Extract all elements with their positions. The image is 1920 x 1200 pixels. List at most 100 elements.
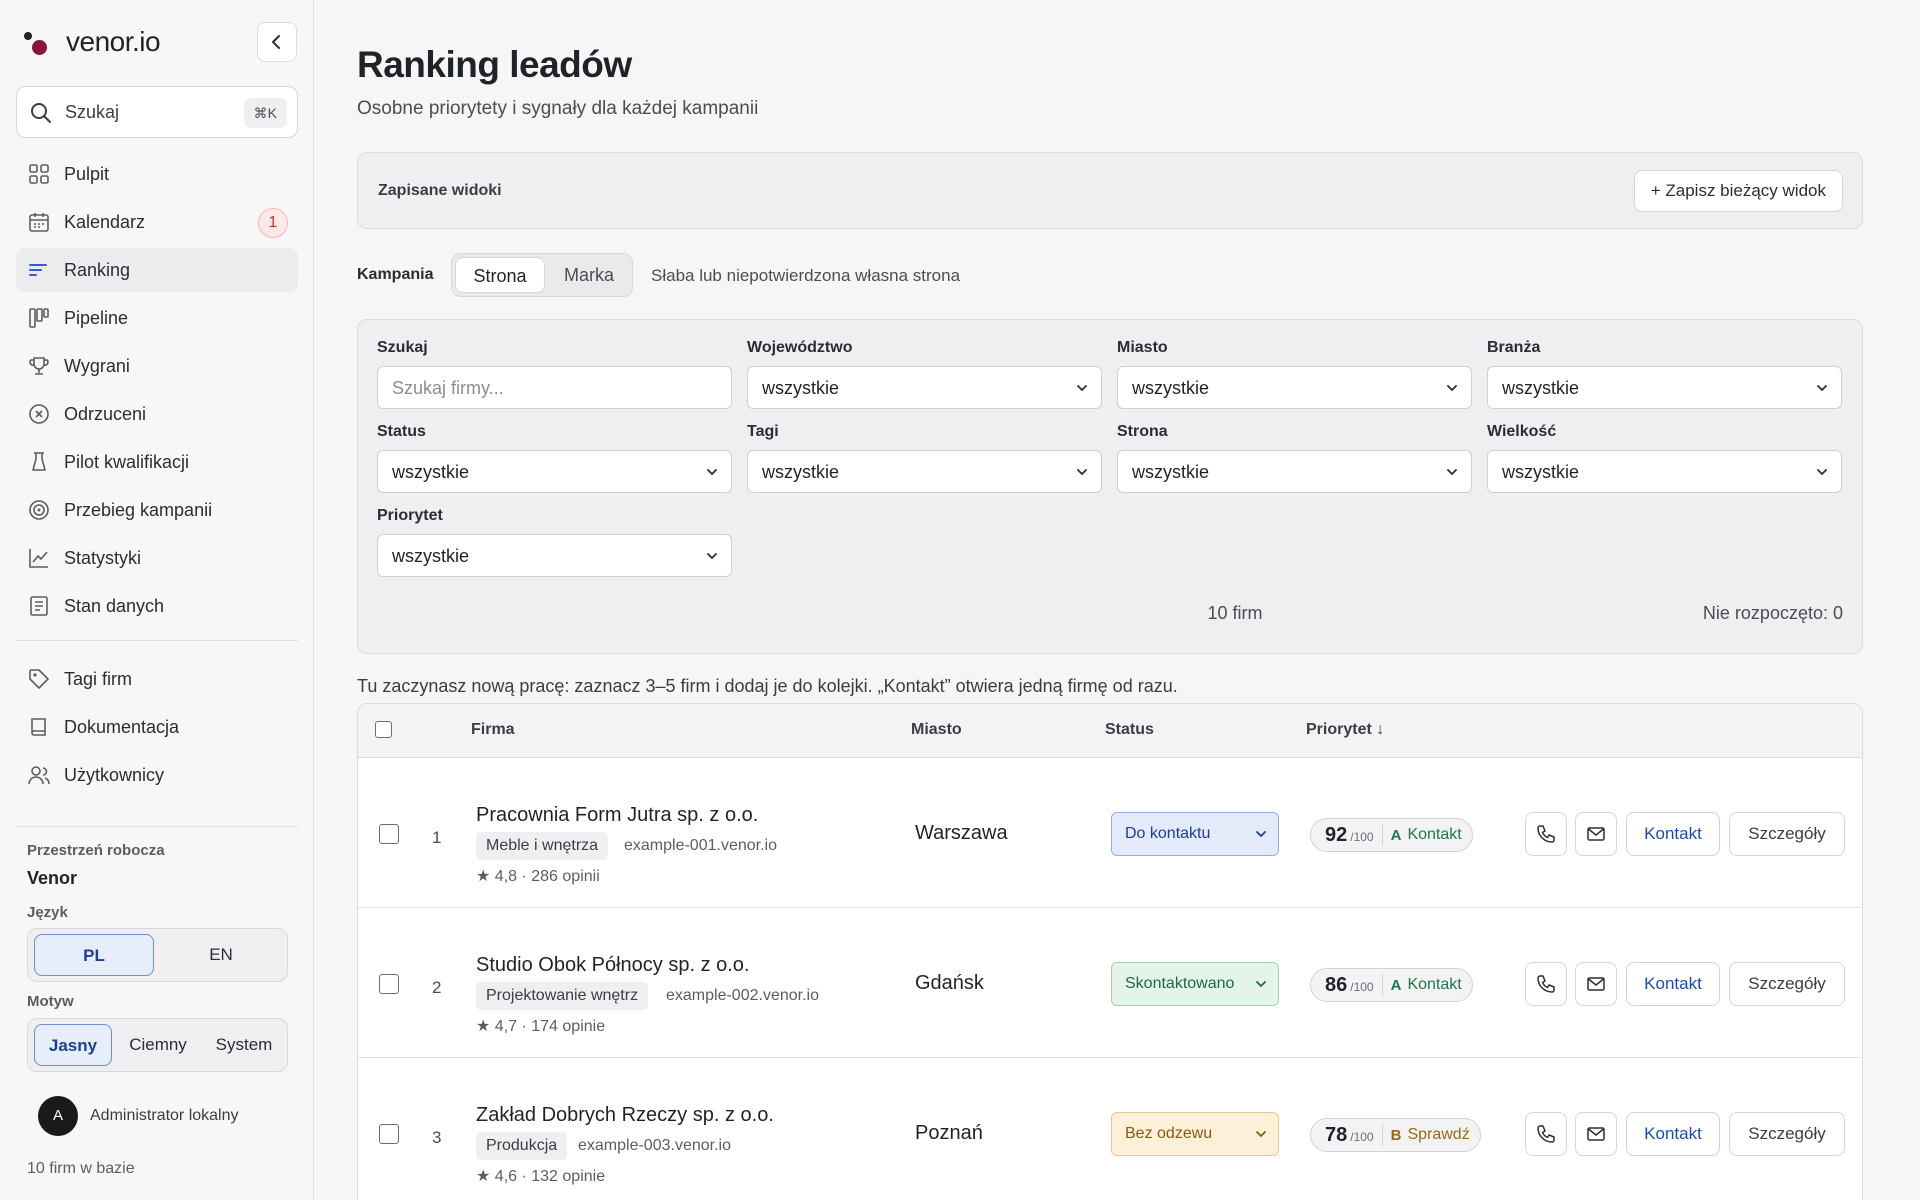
sidebar-item-stan-danych[interactable]: Stan danych <box>16 584 298 628</box>
contact-button[interactable]: Kontakt <box>1626 962 1720 1006</box>
table-header: Firma Miasto Status Priorytet ↓ <box>358 704 1862 758</box>
sidebar-item-label: Użytkownicy <box>64 765 165 785</box>
strona-select[interactable]: wszystkie <box>1117 450 1472 493</box>
status-select[interactable]: Bez odzewu <box>1111 1112 1279 1156</box>
language-option-en[interactable]: EN <box>159 934 283 976</box>
priority-score: 86 <box>1325 973 1348 996</box>
theme-option-light[interactable]: Jasny <box>34 1024 112 1066</box>
save-view-button[interactable]: + Zapisz bieżący widok <box>1633 170 1843 212</box>
company-city: Warszawa <box>915 822 1008 844</box>
sidebar-item-tagi[interactable]: Tagi firm <box>16 657 298 701</box>
miasto-select[interactable]: wszystkie <box>1117 366 1472 409</box>
sidebar-item-wygrani[interactable]: Wygrani <box>16 344 298 388</box>
sidebar-item-label: Statystyki <box>64 548 142 568</box>
filter-wielkosc: Wielkość wszystkie <box>1487 423 1842 493</box>
company-domain[interactable]: example-002.venor.io <box>666 987 819 1005</box>
sidebar-item-przebieg[interactable]: Przebieg kampanii <box>16 488 298 532</box>
row-checkbox[interactable] <box>379 1124 399 1144</box>
call-button[interactable] <box>1525 1112 1567 1156</box>
row-checkbox[interactable] <box>379 974 399 994</box>
theme-option-dark[interactable]: Ciemny <box>116 1024 200 1066</box>
phone-icon <box>1537 975 1555 993</box>
sidebar-item-pulpit[interactable]: Pulpit <box>16 152 298 196</box>
collapse-sidebar-button[interactable] <box>257 22 297 62</box>
contact-button[interactable]: Kontakt <box>1626 812 1720 856</box>
sidebar-item-kalendarz[interactable]: Kalendarz 1 <box>16 200 298 244</box>
branza-select[interactable]: wszystkie <box>1487 366 1842 409</box>
language-label: Język <box>27 904 68 921</box>
column-status[interactable]: Status <box>1105 721 1154 739</box>
pipeline-icon <box>29 308 49 328</box>
sidebar-item-pilot[interactable]: Pilot kwalifikacji <box>16 440 298 484</box>
sidebar-item-label: Przebieg kampanii <box>64 500 213 520</box>
company-city: Poznań <box>915 1122 983 1144</box>
column-miasto[interactable]: Miasto <box>911 721 962 739</box>
table-row: 2 Studio Obok Północy sp. z o.o. Projekt… <box>358 908 1862 1058</box>
theme-option-system[interactable]: System <box>204 1024 284 1066</box>
call-button[interactable] <box>1525 812 1567 856</box>
users-icon <box>28 766 50 785</box>
filters-panel: Szukaj Szukaj firmy... Województwo wszys… <box>357 319 1863 654</box>
company-search-input[interactable]: Szukaj firmy... <box>377 366 732 409</box>
company-name[interactable]: Pracownia Form Jutra sp. z o.o. <box>476 804 758 827</box>
column-firma[interactable]: Firma <box>471 721 515 739</box>
language-option-pl[interactable]: PL <box>34 934 154 976</box>
company-name[interactable]: Zakład Dobrych Rzeczy sp. z o.o. <box>476 1104 774 1127</box>
sidebar-item-statystyki[interactable]: Statystyki <box>16 536 298 580</box>
language-switcher: PL EN <box>27 928 288 982</box>
global-search[interactable]: Szukaj ⌘K <box>16 86 298 138</box>
sidebar-item-ranking[interactable]: Ranking <box>16 248 298 292</box>
contact-button[interactable]: Kontakt <box>1626 1112 1720 1156</box>
leads-table: Firma Miasto Status Priorytet ↓ 1 Pracow… <box>357 703 1863 1200</box>
status-select[interactable]: wszystkie <box>377 450 732 493</box>
email-button[interactable] <box>1575 1112 1617 1156</box>
sidebar-item-pipeline[interactable]: Pipeline <box>16 296 298 340</box>
status-select[interactable]: Do kontaktu <box>1111 812 1279 856</box>
company-name[interactable]: Studio Obok Północy sp. z o.o. <box>476 954 750 977</box>
chevron-down-icon <box>1077 469 1087 476</box>
target-icon <box>29 500 49 520</box>
campaign-option-marka[interactable]: Marka <box>548 257 630 293</box>
company-domain[interactable]: example-003.venor.io <box>578 1137 731 1155</box>
wojewodztwo-select[interactable]: wszystkie <box>747 366 1102 409</box>
company-domain[interactable]: example-001.venor.io <box>624 837 777 855</box>
current-user[interactable]: A Administrator lokalny <box>38 1096 298 1136</box>
sidebar-item-uzytkownicy[interactable]: Użytkownicy <box>16 753 298 797</box>
sidebar-item-odrzuceni[interactable]: Odrzuceni <box>16 392 298 436</box>
tagi-select[interactable]: wszystkie <box>747 450 1102 493</box>
sidebar-item-dokumentacja[interactable]: Dokumentacja <box>16 705 298 749</box>
sidebar-item-label: Kalendarz <box>64 212 146 232</box>
column-priorytet[interactable]: Priorytet ↓ <box>1306 721 1384 739</box>
search-shortcut: ⌘K <box>243 98 287 128</box>
priority-grade: B <box>1390 1126 1402 1144</box>
wielkosc-select[interactable]: wszystkie <box>1487 450 1842 493</box>
status-select[interactable]: Skontaktowano <box>1111 962 1279 1006</box>
details-button[interactable]: Szczegóły <box>1729 962 1845 1006</box>
chevron-down-icon <box>1817 385 1827 392</box>
row-checkbox[interactable] <box>379 824 399 844</box>
email-button[interactable] <box>1575 812 1617 856</box>
campaign-label: Kampania <box>357 266 434 283</box>
ranking-icon <box>29 264 47 276</box>
phone-icon <box>1537 1125 1555 1143</box>
sidebar-nav: Pulpit Kalendarz 1 Ranking Pipeline Wygr… <box>16 152 298 801</box>
priorytet-select[interactable]: wszystkie <box>377 534 732 577</box>
call-button[interactable] <box>1525 962 1567 1006</box>
select-all-checkbox[interactable] <box>375 721 392 738</box>
priority-grade: A <box>1390 826 1402 844</box>
campaign-option-strona[interactable]: Strona <box>455 257 545 293</box>
status-value: Skontaktowano <box>1125 975 1235 992</box>
chevron-down-icon <box>1256 831 1266 838</box>
industry-tag: Meble i wnętrza <box>476 832 609 860</box>
industry-tag: Projektowanie wnętrz <box>476 982 649 1010</box>
email-button[interactable] <box>1575 962 1617 1006</box>
sidebar-item-label: Ranking <box>64 260 131 280</box>
workspace-label: Przestrzeń robocza <box>27 842 165 859</box>
details-button[interactable]: Szczegóły <box>1729 1112 1845 1156</box>
select-value: wszystkie <box>762 462 840 482</box>
sidebar-item-label: Stan danych <box>64 596 165 616</box>
filter-priorytet: Priorytet wszystkie <box>377 507 732 577</box>
workflow-hint: Tu zaczynasz nową pracę: zaznacz 3–5 fir… <box>357 676 1178 696</box>
details-button[interactable]: Szczegóły <box>1729 812 1845 856</box>
chevron-down-icon <box>1256 981 1266 988</box>
